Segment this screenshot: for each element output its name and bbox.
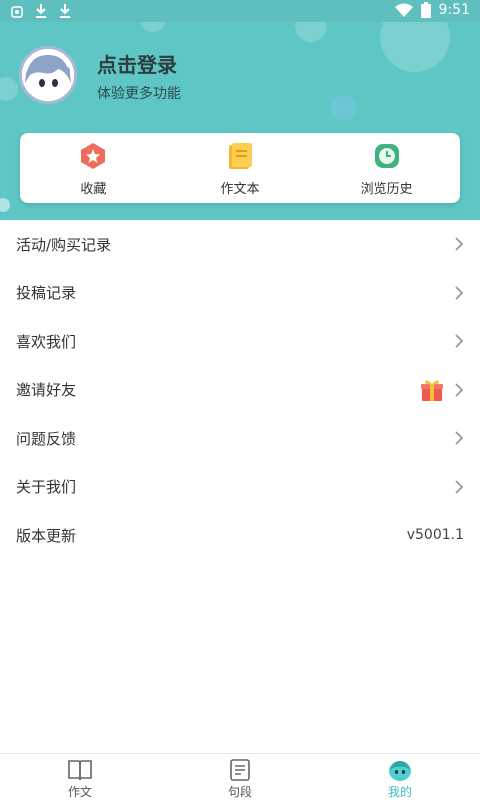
notification-icon: [11, 6, 23, 18]
login-title[interactable]: 点击登录: [97, 49, 177, 78]
bottom-tab-bar: 作文 句段 我的: [0, 753, 480, 800]
menu-item-label: 版本更新: [16, 526, 77, 545]
menu-item-label: 邀请好友: [16, 381, 77, 400]
menu-invite-friends[interactable]: 邀请好友: [0, 366, 480, 415]
menu-version-update[interactable]: 版本更新 v5001.1: [0, 511, 480, 560]
tab-label: 我的: [387, 785, 412, 799]
favorites-button[interactable]: 收藏: [20, 133, 167, 203]
avatar[interactable]: [19, 46, 77, 104]
mascot-icon: [389, 761, 411, 781]
menu-about-us[interactable]: 关于我们: [0, 463, 480, 512]
chevron-right-icon: [455, 383, 464, 397]
battery-icon: [420, 2, 431, 18]
clock-icon: [374, 144, 399, 168]
wifi-icon: [394, 3, 413, 17]
download-icon: [36, 4, 46, 18]
tab-label: 作文: [67, 785, 92, 799]
menu-item-label: 关于我们: [16, 478, 77, 497]
menu-activity-purchases[interactable]: 活动/购买记录: [0, 220, 480, 269]
settings-menu: 活动/购买记录 投稿记录 喜欢我们 邀请好友 问题反馈 关于我们 版本更新 v5…: [0, 220, 480, 560]
star-badge-icon: [81, 143, 106, 169]
decor-bubble: [0, 77, 18, 101]
version-value: v5001.1: [406, 527, 464, 544]
menu-item-label: 投稿记录: [16, 284, 77, 303]
notebook-label: 作文本: [220, 182, 260, 197]
document-icon: [230, 759, 250, 781]
status-time: 9:51: [438, 2, 470, 18]
menu-feedback[interactable]: 问题反馈: [0, 414, 480, 463]
chevron-right-icon: [455, 237, 464, 251]
chevron-right-icon: [455, 334, 464, 348]
decor-bubble: [330, 95, 356, 121]
login-subtitle: 体验更多功能: [97, 86, 181, 102]
decor-bubble: [295, 22, 327, 42]
tab-label: 句段: [227, 785, 252, 799]
favorites-label: 收藏: [80, 182, 107, 197]
chevron-right-icon: [455, 286, 464, 300]
tab-mine[interactable]: 我的: [320, 754, 480, 800]
menu-item-label: 问题反馈: [16, 429, 77, 448]
book-icon: [68, 760, 92, 781]
decor-bubble: [380, 22, 450, 72]
mascot-avatar-icon: [22, 49, 74, 101]
decor-bubble: [0, 198, 10, 212]
menu-like-us[interactable]: 喜欢我们: [0, 317, 480, 366]
notebook-button[interactable]: 作文本: [167, 133, 314, 203]
gift-icon: [421, 380, 443, 401]
menu-item-label: 喜欢我们: [16, 332, 77, 351]
decor-bubble: [140, 22, 166, 32]
tab-essays[interactable]: 作文: [0, 754, 160, 800]
chevron-right-icon: [455, 480, 464, 494]
quick-actions-card: 收藏 作文本 浏览历史: [20, 133, 460, 203]
menu-item-label: 活动/购买记录: [16, 235, 112, 254]
notebook-icon: [229, 143, 252, 169]
history-label: 浏览历史: [360, 182, 413, 197]
status-bar: 9:51: [0, 0, 480, 22]
history-button[interactable]: 浏览历史: [313, 133, 460, 203]
download-icon: [60, 4, 70, 18]
tab-sentences[interactable]: 句段: [160, 754, 320, 800]
menu-submissions[interactable]: 投稿记录: [0, 269, 480, 318]
chevron-right-icon: [455, 431, 464, 445]
